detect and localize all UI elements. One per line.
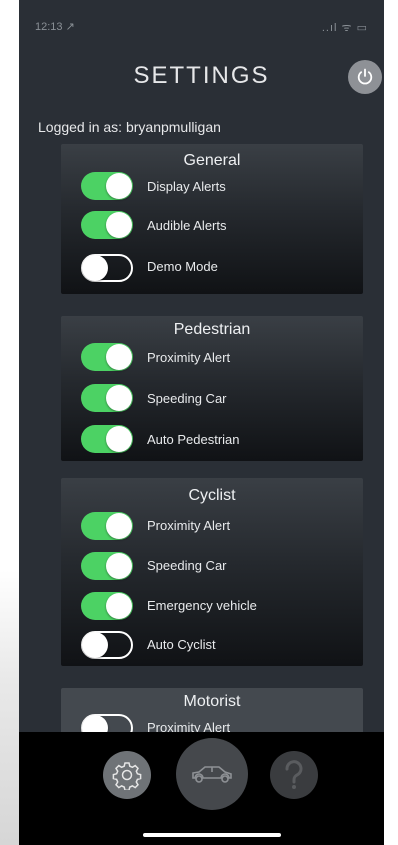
- tab-help[interactable]: [270, 751, 318, 799]
- toggle-audible-alerts[interactable]: [81, 211, 133, 239]
- row-label: Proximity Alert: [147, 518, 231, 533]
- toggle-knob: [106, 593, 132, 619]
- status-bar: 12:13 ↗ ..ıl ᯤ ▭: [19, 0, 384, 50]
- section-title: Cyclist: [188, 487, 236, 504]
- section-title: Pedestrian: [173, 321, 251, 338]
- app-screen: 12:13 ↗ ..ıl ᯤ ▭ SETTINGS Logged in as: …: [19, 0, 384, 845]
- section-title: General: [183, 152, 241, 169]
- tab-settings[interactable]: [103, 751, 151, 799]
- toggle-display-alerts[interactable]: [81, 172, 133, 200]
- toggle-auto-pedestrian[interactable]: [81, 425, 133, 453]
- row-label: Display Alerts: [147, 179, 226, 194]
- toggle-knob: [106, 173, 132, 199]
- row-label: Proximity Alert: [147, 350, 231, 365]
- toggle-knob: [106, 385, 132, 411]
- gear-icon: [112, 762, 142, 790]
- toggle-knob: [82, 632, 108, 658]
- logout-button[interactable]: [348, 60, 382, 94]
- car-icon: [192, 766, 232, 783]
- tab-car[interactable]: [176, 738, 248, 810]
- row-label: Auto Pedestrian: [147, 432, 240, 447]
- status-indicators: ..ıl ᯤ ▭: [321, 22, 368, 34]
- toggle-cyclist-speeding-car[interactable]: [81, 552, 133, 580]
- power-icon: [357, 68, 373, 85]
- toggle-knob: [106, 426, 132, 452]
- bottom-tab-bar: [19, 732, 384, 845]
- toggle-knob: [106, 553, 132, 579]
- toggle-demo-mode[interactable]: [81, 254, 133, 282]
- toggle-pedestrian-speeding-car[interactable]: [81, 384, 133, 412]
- toggle-knob: [106, 513, 132, 539]
- logged-in-label: Logged in as: bryanpmulligan: [38, 119, 221, 135]
- outer-shadow: [0, 570, 19, 845]
- row-label: Emergency vehicle: [147, 598, 257, 613]
- toggle-emergency-vehicle[interactable]: [81, 592, 133, 620]
- row-label: Audible Alerts: [147, 218, 227, 233]
- toggle-pedestrian-proximity-alert[interactable]: [81, 343, 133, 371]
- row-label: Demo Mode: [147, 259, 218, 274]
- row-label: Auto Cyclist: [147, 637, 216, 652]
- home-indicator[interactable]: [143, 833, 281, 837]
- status-time: 12:13 ↗: [35, 21, 75, 33]
- section-title: Motorist: [183, 693, 241, 710]
- toggle-knob: [106, 212, 132, 238]
- toggle-knob: [82, 255, 108, 281]
- question-mark-icon: [285, 760, 303, 789]
- section-cyclist: Cyclist Proximity Alert Speeding Car Eme…: [61, 478, 363, 666]
- row-label: Speeding Car: [147, 391, 227, 406]
- row-label: Speeding Car: [147, 558, 227, 573]
- section-pedestrian: Pedestrian Proximity Alert Speeding Car …: [61, 316, 363, 461]
- section-general: General Display Alerts Audible Alerts De…: [61, 144, 363, 294]
- toggle-cyclist-proximity-alert[interactable]: [81, 512, 133, 540]
- page-title: SETTINGS: [133, 62, 270, 89]
- toggle-knob: [106, 344, 132, 370]
- toggle-auto-cyclist[interactable]: [81, 631, 133, 659]
